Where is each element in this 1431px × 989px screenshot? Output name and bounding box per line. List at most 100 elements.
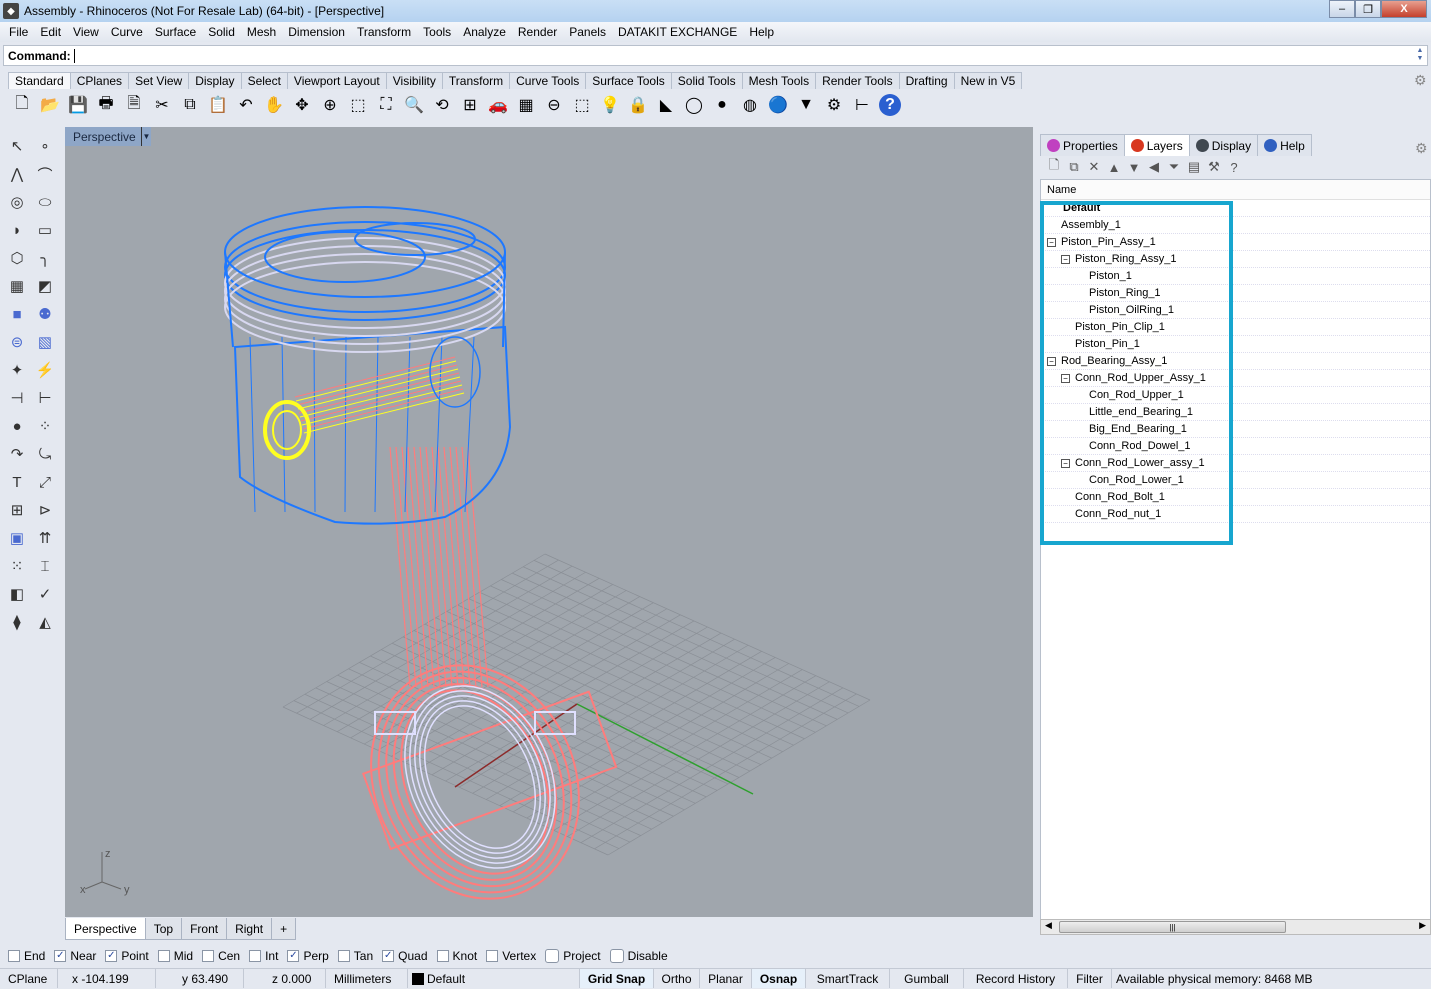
viewport-title[interactable]: Perspective ▼ (65, 127, 151, 146)
add-viewport-tab-icon[interactable]: + (271, 918, 297, 940)
layer-row[interactable]: Conn_Rod_Dowel_1 (1041, 438, 1430, 455)
osnap-tan-checkbox[interactable] (337, 950, 350, 962)
extrude-icon[interactable]: ⇈ (31, 524, 59, 552)
command-line[interactable]: Command: ▲ ▼ (3, 45, 1428, 66)
panel-tab-display[interactable]: Display (1188, 134, 1259, 156)
toolbar-tab-curve-tools[interactable]: Curve Tools (509, 72, 587, 89)
layer-row[interactable]: − Piston_Pin_Assy_1 (1041, 234, 1430, 251)
menu-datakit-exchange[interactable]: DATAKIT EXCHANGE (612, 25, 743, 39)
units-label[interactable]: Millimeters (326, 969, 408, 988)
status-toggle-smarttrack[interactable]: SmartTrack (806, 969, 890, 988)
solids-icon[interactable]: ⧫ (3, 608, 31, 636)
toolbar-tab-surface-tools[interactable]: Surface Tools (585, 72, 672, 89)
layer-row[interactable]: Piston_Pin_Clip_1 (1041, 319, 1430, 336)
layer-row[interactable]: Conn_Rod_nut_1 (1041, 506, 1430, 523)
collapse-toggle-icon[interactable]: − (1061, 373, 1070, 383)
panel-tab-layers[interactable]: Layers (1123, 134, 1190, 156)
split-icon[interactable]: ⊢ (31, 384, 59, 412)
layer-icon[interactable]: ◣ (652, 91, 680, 119)
lock-icon[interactable]: 🔒 (624, 91, 652, 119)
status-toggle-grid-snap[interactable]: Grid Snap (580, 969, 654, 988)
new-sublayer-icon[interactable]: ⧉ (1064, 159, 1084, 175)
point-icon[interactable]: ∘ (31, 132, 59, 160)
array-icon[interactable]: ⊞ (3, 496, 31, 524)
toolbar-tab-transform[interactable]: Transform (441, 72, 511, 89)
osnap-end-checkbox[interactable] (8, 950, 20, 962)
collapse-toggle-icon[interactable]: − (1061, 254, 1070, 264)
pan-icon[interactable]: ✋ (260, 91, 288, 119)
menu-solid[interactable]: Solid (202, 25, 241, 39)
shaded-sphere-icon[interactable]: ● (708, 91, 736, 119)
toolbar-tab-drafting[interactable]: Drafting (898, 72, 955, 89)
status-toggle-planar[interactable]: Planar (700, 969, 752, 988)
status-toggle-ortho[interactable]: Ortho (654, 969, 700, 988)
zoom-window-icon[interactable]: ⬚ (344, 91, 372, 119)
cplane-label[interactable]: CPlane (0, 969, 58, 988)
layer-row[interactable]: Little_end_Bearing_1 (1041, 404, 1430, 421)
osnap-disable-checkbox[interactable] (609, 949, 624, 963)
analyze-icon[interactable]: ◭ (31, 608, 59, 636)
select-objects-icon[interactable]: ▤ (1184, 159, 1204, 175)
scroll-thumb[interactable]: ||| (1059, 921, 1286, 933)
render-sphere-icon[interactable]: 🔵 (764, 91, 792, 119)
status-toggle-record-history[interactable]: Record History (964, 969, 1068, 988)
car-icon[interactable]: 🚗 (484, 91, 512, 119)
layer-row[interactable]: Piston_OilRing_1 (1041, 302, 1430, 319)
toolbar-tab-new-in-v5[interactable]: New in V5 (953, 72, 1023, 89)
cut-icon[interactable]: ✂ (148, 91, 176, 119)
export-icon[interactable]: 🗎 (120, 91, 148, 119)
menu-dimension[interactable]: Dimension (282, 25, 351, 39)
osnap-perp[interactable]: ✓ Perp (287, 949, 329, 963)
osnap-icon[interactable]: ⊖ (540, 91, 568, 119)
panel-tab-help[interactable]: Help (1257, 134, 1312, 156)
surface-points-icon[interactable]: ▦ (3, 272, 31, 300)
menu-mesh[interactable]: Mesh (241, 25, 282, 39)
zoom-dynamic-icon[interactable]: ⊕ (316, 91, 344, 119)
layer-row[interactable]: Piston_1 (1041, 268, 1430, 285)
trim-icon[interactable]: ⊣ (3, 384, 31, 412)
zoom-extents-icon[interactable]: ⛶ (372, 91, 400, 119)
toolbar-tab-render-tools[interactable]: Render Tools (815, 72, 900, 89)
options-gear-icon[interactable]: ⚙ (820, 91, 848, 119)
menu-render[interactable]: Render (512, 25, 563, 39)
layer-row[interactable]: Con_Rod_Upper_1 (1041, 387, 1430, 404)
light-icon[interactable]: 💡 (596, 91, 624, 119)
zoom-selected-icon[interactable]: 🔍 (400, 91, 428, 119)
circle-icon[interactable]: ◎ (3, 188, 31, 216)
column-header-name[interactable]: Name (1041, 180, 1430, 200)
polygon-icon[interactable]: ⬡ (3, 244, 31, 272)
menu-edit[interactable]: Edit (34, 25, 67, 39)
menu-curve[interactable]: Curve (105, 25, 149, 39)
viewport-tab-front[interactable]: Front (181, 918, 228, 940)
command-history-spinner[interactable]: ▲ ▼ (1414, 47, 1426, 64)
osnap-disable[interactable]: Disable (609, 949, 668, 963)
open-icon[interactable]: 📂 (36, 91, 64, 119)
move-parent-icon[interactable]: ◀ (1144, 159, 1164, 175)
osnap-vertex[interactable]: Vertex (486, 949, 536, 963)
check-icon[interactable]: ✓ (31, 580, 59, 608)
restore-button[interactable]: ❐ (1355, 0, 1381, 18)
osnap-project-checkbox[interactable] (545, 949, 560, 963)
osnap-mid[interactable]: Mid (157, 949, 193, 963)
layer-row[interactable]: Piston_Pin_1 (1041, 336, 1430, 353)
osnap-near-checkbox[interactable]: ✓ (54, 950, 67, 962)
transform-icon[interactable]: ◧ (3, 580, 31, 608)
move-up-icon[interactable]: ▲ (1104, 160, 1124, 175)
offset-icon[interactable]: ↷ (3, 440, 31, 468)
layer-row[interactable]: Con_Rod_Lower_1 (1041, 472, 1430, 489)
select-arrow-icon[interactable]: ↖ (3, 132, 31, 160)
toolbar-tab-set-view[interactable]: Set View (128, 72, 190, 89)
osnap-vertex-checkbox[interactable] (486, 950, 499, 962)
layer-row[interactable]: Default (1041, 200, 1430, 217)
toolbar-tab-cplanes[interactable]: CPlanes (69, 72, 130, 89)
scale-icon[interactable]: ⤢ (31, 468, 59, 496)
layer-row[interactable]: − Conn_Rod_Upper_Assy_1 (1041, 370, 1430, 387)
section-icon[interactable]: ⌶ (31, 552, 59, 580)
menu-help[interactable]: Help (743, 25, 780, 39)
solid-box-icon[interactable]: ▣ (3, 524, 31, 552)
toolbar-tab-select[interactable]: Select (240, 72, 288, 89)
osnap-project[interactable]: Project (545, 949, 601, 963)
viewport-tab-top[interactable]: Top (144, 918, 183, 940)
mesh-icon[interactable]: ▧ (31, 328, 59, 356)
menu-view[interactable]: View (67, 25, 105, 39)
